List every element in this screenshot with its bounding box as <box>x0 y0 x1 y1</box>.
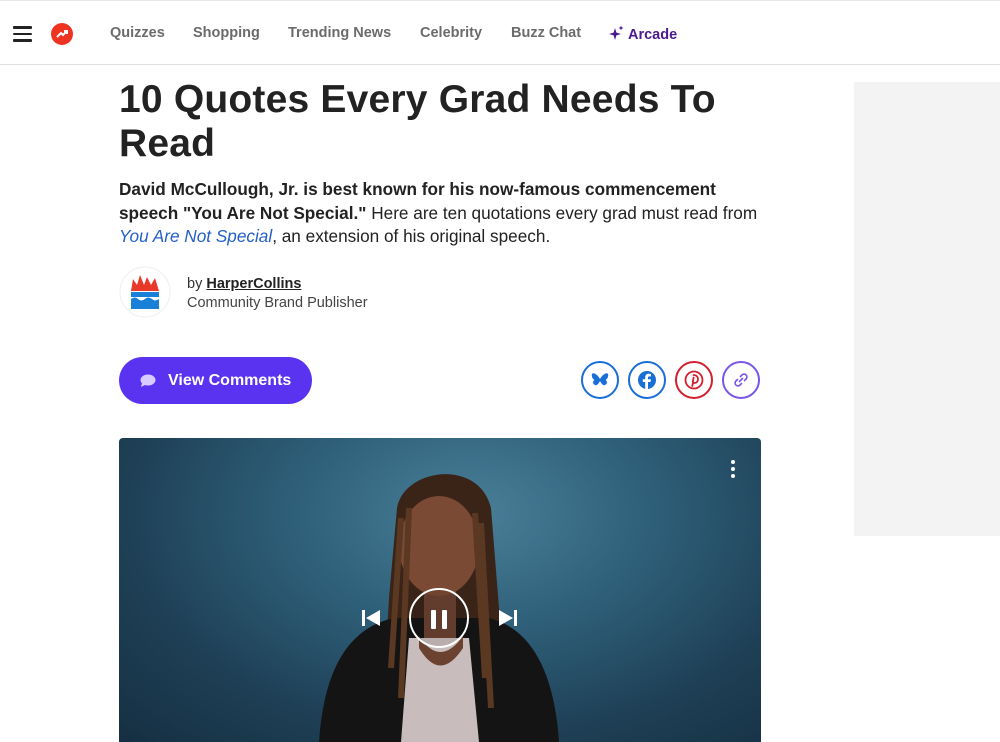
view-comments-label: View Comments <box>168 371 292 389</box>
previous-track-icon[interactable] <box>360 608 382 628</box>
pause-button[interactable] <box>409 588 469 648</box>
share-bluesky-button[interactable] <box>581 361 619 399</box>
facebook-icon <box>638 371 656 390</box>
author-avatar[interactable] <box>119 265 171 319</box>
nav-link-celebrity[interactable]: Celebrity <box>420 25 482 41</box>
menu-icon[interactable] <box>13 26 32 42</box>
share-pinterest-button[interactable] <box>675 361 713 399</box>
nav-link-buzz-chat[interactable]: Buzz Chat <box>511 25 581 41</box>
video-player[interactable] <box>119 438 761 742</box>
ad-placeholder <box>854 82 1000 536</box>
description-text-1: Here are ten quotations every grad must … <box>366 202 758 223</box>
byline: by HarperCollins Community Brand Publish… <box>119 265 519 321</box>
pause-icon <box>431 610 436 629</box>
more-options-icon[interactable] <box>731 460 735 478</box>
nav-link-trending-news[interactable]: Trending News <box>288 25 391 41</box>
share-facebook-button[interactable] <box>628 361 666 399</box>
nav-link-quizzes[interactable]: Quizzes <box>110 25 165 41</box>
article-description: David McCullough, Jr. is best known for … <box>119 178 769 249</box>
view-comments-button[interactable]: View Comments <box>119 357 312 404</box>
description-text-2: , an extension of his original speech. <box>272 226 551 246</box>
article-title: 10 Quotes Every Grad Needs To Read <box>119 78 716 165</box>
byline-prefix: by <box>187 276 203 292</box>
next-track-icon[interactable] <box>497 608 519 628</box>
nav-link-shopping[interactable]: Shopping <box>193 25 260 41</box>
nav-link-arcade[interactable]: Arcade <box>608 25 677 43</box>
byline-author-line: by HarperCollins <box>187 276 301 292</box>
copy-link-button[interactable] <box>722 361 760 399</box>
link-icon <box>734 373 748 387</box>
buzzfeed-logo-icon[interactable] <box>51 23 73 45</box>
top-navigation: Quizzes Shopping Trending News Celebrity… <box>0 0 1000 65</box>
arcade-label: Arcade <box>628 27 678 43</box>
author-role: Community Brand Publisher <box>187 295 368 311</box>
author-name-link[interactable]: HarperCollins <box>206 276 301 292</box>
bluesky-icon <box>591 373 609 386</box>
description-link[interactable]: You Are Not Special <box>119 226 272 246</box>
sparkle-icon <box>609 25 624 40</box>
comment-bubble-icon <box>140 374 156 387</box>
pinterest-icon <box>684 370 704 390</box>
